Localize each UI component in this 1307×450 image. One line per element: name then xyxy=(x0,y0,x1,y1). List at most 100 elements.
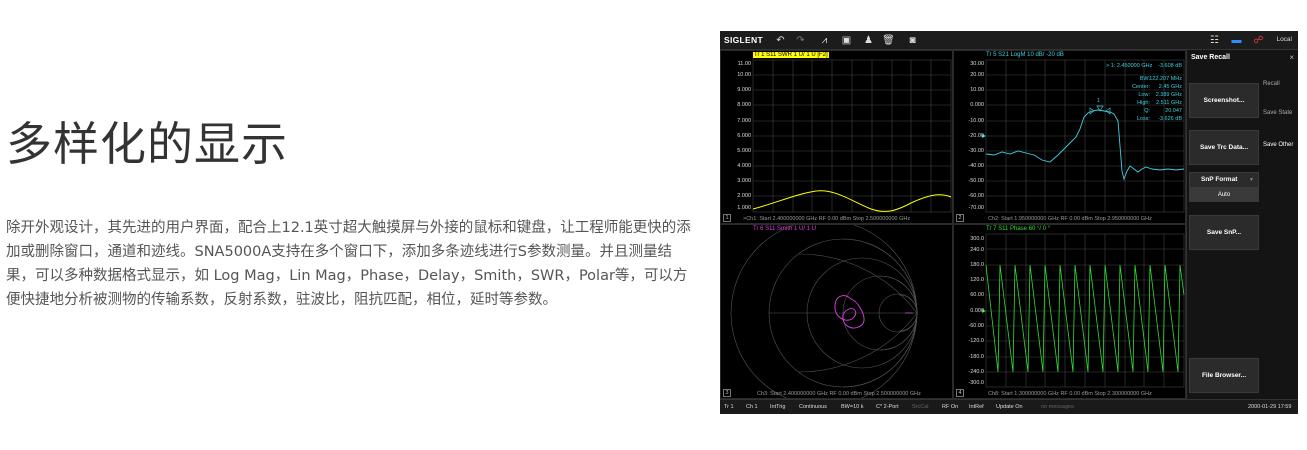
channel-footer: Ch3: Start 2.400000000 GHz RF 0.00 dBm S… xyxy=(757,391,921,397)
snp-format-dropdown[interactable]: SnP Format ▼ xyxy=(1189,172,1259,188)
stat-value: 2.511 GHz xyxy=(1156,100,1182,106)
y-label: -180.0 xyxy=(968,354,984,360)
status-trace[interactable]: Tr 1 xyxy=(724,404,734,410)
top-toolbar: SIGLENT ↶ ↷ ⩘ ▣ ♟ 🗑 ◙ ☷ ▬ ☍ Local xyxy=(720,31,1298,50)
menu-grid-icon[interactable]: ☷ xyxy=(1208,34,1221,47)
vna-screenshot: SIGLENT ↶ ↷ ⩘ ▣ ♟ 🗑 ◙ ☷ ▬ ☍ Local Tr 1 S… xyxy=(720,31,1298,414)
y-label: 20.00 xyxy=(970,72,984,78)
stat-value: -3.626 dB xyxy=(1158,116,1182,122)
window-number: 4 xyxy=(956,389,964,397)
camera-icon[interactable]: ◙ xyxy=(906,34,919,47)
status-channel[interactable]: Ch 1 xyxy=(746,404,758,410)
y-label: -60.00 xyxy=(968,193,984,199)
stat-key: Q: xyxy=(1144,108,1150,114)
status-src-cal[interactable]: SrcCal xyxy=(912,404,929,410)
y-label: 0.000 xyxy=(970,102,984,108)
bandwidth-stats: BW: 122.207 MHz Center: 2.45 GHz Low: 2.389… xyxy=(1131,76,1182,124)
y-label: 9.000 xyxy=(737,87,751,93)
status-datetime: 2000-01-29 17:59 xyxy=(1248,404,1292,410)
snp-format-value[interactable]: Auto xyxy=(1189,188,1259,202)
y-label: -70.00 xyxy=(968,205,984,211)
usb-icon[interactable]: ▬ xyxy=(1230,34,1243,47)
y-label: 0.000 xyxy=(970,308,984,314)
y-label: 180.0 xyxy=(970,262,984,268)
stat-key: Low: xyxy=(1138,92,1150,98)
y-label: -50.00 xyxy=(968,178,984,184)
tab-save-state[interactable]: Save State xyxy=(1263,110,1297,117)
y-label: 3.000 xyxy=(737,178,751,184)
y-label: 10.00 xyxy=(970,87,984,93)
page-title: 多样化的显示 xyxy=(6,117,288,171)
y-label: 300.0 xyxy=(970,236,984,242)
y-label: -300.0 xyxy=(968,380,984,386)
y-label: 8.000 xyxy=(737,102,751,108)
smith-chart xyxy=(730,225,918,398)
trace-window-1[interactable]: Tr 1 S11 SWR 1 U/ 1 U [F2] 11.00 10.00 9… xyxy=(720,50,953,224)
y-label: 60.00 xyxy=(970,292,984,298)
stat-value: 122.207 MHz xyxy=(1149,76,1182,82)
trace-window-4[interactable]: Tr 7 S11 Phase 60 °/ 0 ° 300.0 240.0 180… xyxy=(953,224,1186,399)
y-label: -60.00 xyxy=(968,323,984,329)
stat-value: 2.389 GHz xyxy=(1155,92,1182,98)
save-trace-data-button[interactable]: Save Trc Data... xyxy=(1189,130,1259,165)
channel-footer: Ch2: Start 1.950000000 GHz RF 0.00 dBm S… xyxy=(988,216,1152,222)
status-if-bandwidth[interactable]: BW=10 k xyxy=(841,404,863,410)
redo-icon[interactable]: ↷ xyxy=(794,34,807,47)
save-snp-button[interactable]: Save SnP... xyxy=(1189,215,1259,250)
y-label: 10.00 xyxy=(737,72,751,78)
y-label: 11.00 xyxy=(737,61,751,67)
y-label: 2.000 xyxy=(737,193,751,199)
window-number: 3 xyxy=(723,389,731,397)
window-number: 1 xyxy=(723,214,731,222)
undo-icon[interactable]: ↶ xyxy=(774,34,787,47)
tab-save-other[interactable]: Save Other xyxy=(1263,142,1297,149)
stat-key: Center: xyxy=(1131,84,1150,90)
close-icon[interactable]: × xyxy=(1289,53,1294,62)
marker-peak-icon[interactable]: ⩘ xyxy=(818,34,831,47)
y-label: 4.000 xyxy=(737,163,751,169)
phase-plot xyxy=(982,233,1185,388)
channel-footer: >Ch1: Start 2.400000000 GHz RF 0.00 dBm … xyxy=(743,216,911,222)
marker-number: 1 xyxy=(1097,98,1101,104)
y-label: 1.000 xyxy=(737,205,751,211)
stat-value: 20.047 xyxy=(1165,108,1182,114)
stat-key: Loss: xyxy=(1136,116,1150,122)
status-calibration[interactable]: C* 2-Port xyxy=(876,404,899,410)
channel-footer: Ch8: Start 1.300000000 GHz RF 0.00 dBm S… xyxy=(988,391,1152,397)
status-trigger-mode[interactable]: Continuous xyxy=(799,404,827,410)
stat-value: 2.45 GHz xyxy=(1158,84,1182,90)
status-trigger-source[interactable]: IntTrig xyxy=(770,404,785,410)
y-label: -240.0 xyxy=(968,369,984,375)
y-label: -20.00 xyxy=(968,133,984,139)
delete-icon[interactable]: 🗑 xyxy=(882,34,895,47)
chevron-down-icon: ▼ xyxy=(1249,177,1254,183)
save-recall-menu: Save Recall × Screenshot... Save Trc Dat… xyxy=(1186,50,1298,399)
window-number: 2 xyxy=(956,214,964,222)
stat-key: High: xyxy=(1137,100,1150,106)
network-icon[interactable]: ☍ xyxy=(1252,34,1265,47)
local-status: Local xyxy=(1276,36,1292,43)
marker-readout-value: -3.608 dB xyxy=(1158,63,1182,69)
y-label: -40.00 xyxy=(968,163,984,169)
status-reference[interactable]: IntRef xyxy=(969,404,984,410)
y-label: 6.000 xyxy=(737,133,751,139)
save-icon[interactable]: ▣ xyxy=(840,34,853,47)
y-label: 30.00 xyxy=(970,61,984,67)
file-browser-button[interactable]: File Browser... xyxy=(1189,358,1259,393)
y-label: 240.0 xyxy=(970,247,984,253)
calibration-icon[interactable]: ♟ xyxy=(862,34,875,47)
status-update[interactable]: Update On xyxy=(996,404,1023,410)
screenshot-button[interactable]: Screenshot... xyxy=(1189,83,1259,118)
y-label: 5.000 xyxy=(737,148,751,154)
tab-recall[interactable]: Recall xyxy=(1263,81,1297,88)
swr-plot xyxy=(752,59,952,213)
y-label: -120.0 xyxy=(968,338,984,344)
status-messages: no messages xyxy=(1041,404,1074,410)
trace-window-2[interactable]: Tr 5 S21 LogM 10 dB/ -20 dB 1 30.00 20.0… xyxy=(953,50,1186,224)
status-rf[interactable]: RF On xyxy=(942,404,958,410)
y-label: 120.0 xyxy=(970,277,984,283)
y-label: -10.00 xyxy=(968,118,984,124)
trace-window-3[interactable]: Tr 6 S11 Smith 1 U/ 1 U 3 Ch3: Start 2.4… xyxy=(720,224,953,399)
status-bar: Tr 1 Ch 1 IntTrig Continuous BW=10 k C* … xyxy=(720,399,1298,414)
y-label: -30.00 xyxy=(968,148,984,154)
